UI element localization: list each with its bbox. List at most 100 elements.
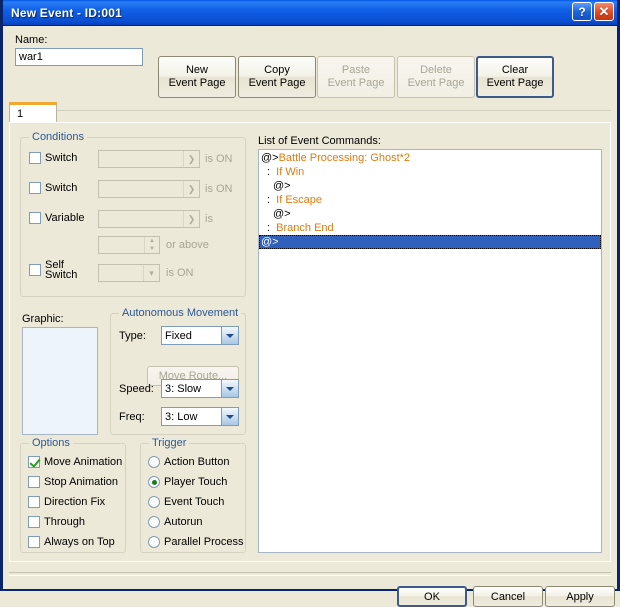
paste-event-page-button: Paste Event Page xyxy=(317,56,395,98)
trigger-group-title: Trigger xyxy=(149,437,190,449)
condition-switch-2-label: Switch xyxy=(45,182,78,194)
option-always-on-top[interactable]: Always on Top xyxy=(28,536,115,548)
command-row-text: Battle Processing: Ghost*2 xyxy=(278,152,411,164)
command-row[interactable]: : If Escape xyxy=(259,193,601,207)
new-event-page-line2: Event Page xyxy=(168,77,226,89)
stepper-arrows-icon: ▲ ▼ xyxy=(144,237,159,253)
command-row-selected[interactable]: @> xyxy=(259,235,601,249)
command-list-label: List of Event Commands: xyxy=(258,135,381,147)
tab-page-1[interactable]: 1 xyxy=(9,102,57,123)
chevron-right-icon: ❯ xyxy=(183,151,199,167)
option-move-animation-label: Move Animation xyxy=(44,456,123,468)
graphic-label: Graphic: xyxy=(22,313,64,325)
condition-self-switch-checkbox[interactable] xyxy=(29,264,41,276)
event-page-tabs: 1 xyxy=(9,102,611,123)
trigger-player-touch[interactable]: Player Touch xyxy=(148,476,227,488)
autonomous-movement-group: Autonomous Movement Type: Fixed Move Rou… xyxy=(110,307,246,435)
condition-variable-suffix: is xyxy=(205,213,213,225)
name-label: Name: xyxy=(15,34,48,46)
condition-variable-row[interactable]: Variable xyxy=(29,212,85,224)
condition-variable-value-stepper: ▲ ▼ xyxy=(98,236,160,254)
chevron-down-icon xyxy=(221,408,238,425)
chevron-down-icon xyxy=(221,380,238,397)
trigger-autorun-label: Autorun xyxy=(164,516,203,528)
options-group-title: Options xyxy=(29,437,73,449)
graphic-preview[interactable] xyxy=(22,327,98,435)
condition-switch-1-checkbox[interactable] xyxy=(29,152,41,164)
command-list[interactable]: @>Battle Processing: Ghost*2 : If Win @>… xyxy=(258,149,602,553)
movement-speed-select[interactable]: 3: Slow xyxy=(161,379,239,398)
clear-event-page-line1: Clear xyxy=(501,64,529,76)
name-input[interactable] xyxy=(15,48,143,66)
condition-switch-2-row[interactable]: Switch xyxy=(29,182,77,194)
trigger-action-button[interactable]: Action Button xyxy=(148,456,229,468)
paste-event-page-line1: Paste xyxy=(341,64,371,76)
trigger-action-button-radio[interactable] xyxy=(148,456,160,468)
cancel-button[interactable]: Cancel xyxy=(473,586,543,607)
command-row-text: Branch End xyxy=(270,222,334,234)
title-bar: New Event - ID:001 ? ✕ xyxy=(3,0,617,26)
condition-variable-checkbox[interactable] xyxy=(29,212,41,224)
option-move-animation-checkbox[interactable] xyxy=(28,456,40,468)
option-through[interactable]: Through xyxy=(28,516,85,528)
new-event-page-button[interactable]: New Event Page xyxy=(158,56,236,98)
trigger-autorun-radio[interactable] xyxy=(148,516,160,528)
condition-self-switch-select: ▾ xyxy=(98,264,160,282)
trigger-event-touch[interactable]: Event Touch xyxy=(148,496,224,508)
option-move-animation[interactable]: Move Animation xyxy=(28,456,122,468)
condition-self-switch-row[interactable]: Self Switch xyxy=(29,260,77,281)
movement-type-select[interactable]: Fixed xyxy=(161,326,239,345)
close-icon[interactable]: ✕ xyxy=(594,2,614,21)
condition-variable-value-suffix: or above xyxy=(166,239,209,251)
copy-event-page-button[interactable]: Copy Event Page xyxy=(238,56,316,98)
conditions-group-title: Conditions xyxy=(29,131,87,143)
ok-button[interactable]: OK xyxy=(397,586,467,607)
command-row[interactable]: : If Win xyxy=(259,165,601,179)
command-row[interactable]: @> xyxy=(259,179,601,193)
condition-switch-1-row[interactable]: Switch xyxy=(29,152,77,164)
delete-event-page-button: Delete Event Page xyxy=(397,56,475,98)
option-stop-animation[interactable]: Stop Animation xyxy=(28,476,118,488)
movement-type-label: Type: xyxy=(119,330,146,342)
movement-freq-select[interactable]: 3: Low xyxy=(161,407,239,426)
option-direction-fix-checkbox[interactable] xyxy=(28,496,40,508)
command-row[interactable]: : Branch End xyxy=(259,221,601,235)
option-through-checkbox[interactable] xyxy=(28,516,40,528)
event-page-toolbar: Name: New Event Page Copy Event Page Pas… xyxy=(3,26,617,98)
footer-divider xyxy=(9,572,611,576)
condition-switch-2-suffix: is ON xyxy=(205,183,233,195)
command-row-prefix: @> xyxy=(273,180,291,192)
trigger-player-touch-label: Player Touch xyxy=(164,476,228,488)
condition-variable-label: Variable xyxy=(45,212,85,224)
option-always-on-top-checkbox[interactable] xyxy=(28,536,40,548)
event-page-content: Conditions Switch ❯ is ON Switch ❯ is ON… xyxy=(9,122,611,562)
title-bar-buttons: ? ✕ xyxy=(572,2,614,21)
stepper-down-icon: ▼ xyxy=(149,246,155,252)
new-event-page-line1: New xyxy=(185,64,208,76)
clear-event-page-button[interactable]: Clear Event Page xyxy=(476,56,554,98)
condition-switch-2-checkbox[interactable] xyxy=(29,182,41,194)
condition-self-switch-suffix: is ON xyxy=(166,267,194,279)
help-icon[interactable]: ? xyxy=(572,2,592,21)
conditions-group: Conditions Switch ❯ is ON Switch ❯ is ON… xyxy=(20,131,246,297)
movement-freq-label: Freq: xyxy=(119,411,145,423)
autonomous-movement-group-title: Autonomous Movement xyxy=(119,307,242,319)
condition-switch-1-select: ❯ xyxy=(98,150,200,168)
trigger-autorun[interactable]: Autorun xyxy=(148,516,203,528)
command-row[interactable]: @> xyxy=(259,207,601,221)
condition-switch-2-select: ❯ xyxy=(98,180,200,198)
command-row[interactable]: @>Battle Processing: Ghost*2 xyxy=(259,151,601,165)
trigger-event-touch-radio[interactable] xyxy=(148,496,160,508)
option-stop-animation-label: Stop Animation xyxy=(44,476,118,488)
option-stop-animation-checkbox[interactable] xyxy=(28,476,40,488)
trigger-parallel-process[interactable]: Parallel Process xyxy=(148,536,243,548)
apply-button[interactable]: Apply xyxy=(545,586,615,607)
movement-speed-value: 3: Slow xyxy=(165,382,202,395)
delete-event-page-line1: Delete xyxy=(420,64,452,76)
option-through-label: Through xyxy=(44,516,85,528)
chevron-down-icon xyxy=(221,327,238,344)
trigger-parallel-process-radio[interactable] xyxy=(148,536,160,548)
trigger-player-touch-radio[interactable] xyxy=(148,476,160,488)
stepper-up-icon: ▲ xyxy=(149,238,155,244)
option-direction-fix[interactable]: Direction Fix xyxy=(28,496,105,508)
